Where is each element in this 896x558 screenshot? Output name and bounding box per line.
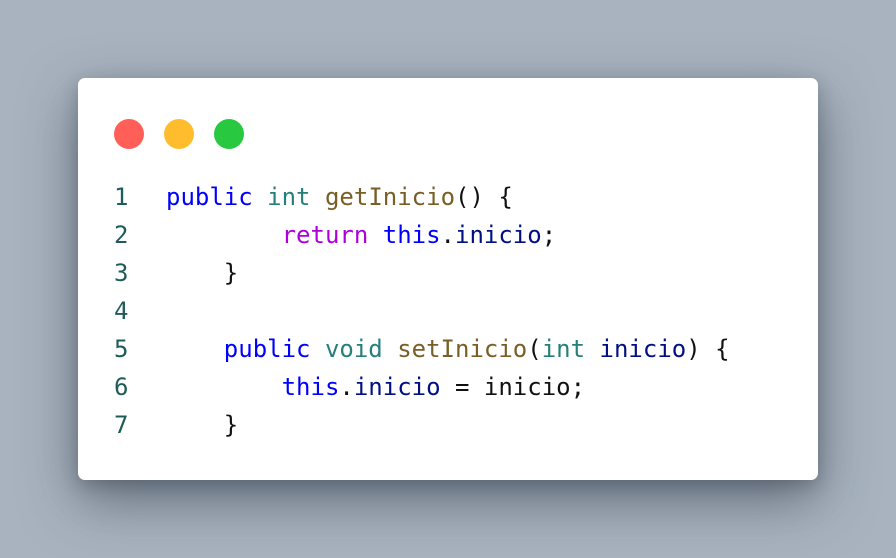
code-line: 7 } [78, 406, 818, 444]
code-token-keyword: public [166, 183, 253, 211]
code-token-type: int [541, 335, 586, 363]
code-text: this.inicio = inicio; [166, 368, 585, 406]
code-line: 6 this.inicio = inicio; [78, 368, 818, 406]
code-text: return this.inicio; [166, 216, 557, 254]
line-number: 4 [114, 297, 129, 325]
code-token-return-keyword: return [281, 221, 369, 249]
line-number: 1 [114, 183, 129, 211]
code-line: 1 public int getInicio() { [78, 178, 818, 216]
line-number: 5 [114, 335, 129, 363]
code-line: 5 public void setInicio(int inicio) { [78, 330, 818, 368]
window-controls [114, 119, 244, 149]
code-text: public void setInicio(int inicio) { [166, 330, 730, 368]
minimize-dot-icon [164, 119, 194, 149]
code-line: 3 } [78, 254, 818, 292]
code-token-punctuation: } [223, 259, 239, 287]
code-token-variable: inicio [455, 221, 542, 249]
code-token-punctuation: ) { [686, 335, 730, 363]
code-text: } [166, 254, 238, 292]
line-number: 3 [114, 259, 129, 287]
line-number: 6 [114, 373, 129, 401]
code-snippet-window: 1 public int getInicio() {2 return this.i… [78, 78, 818, 480]
code-line: 4 [78, 292, 818, 330]
code-text: } [166, 406, 238, 444]
code-token-keyword: public [223, 335, 311, 363]
code-token-punctuation: = inicio; [440, 373, 586, 401]
code-token-punctuation: () { [455, 183, 513, 211]
code-token-function-name: setInicio [397, 335, 528, 363]
code-token-function-name: getInicio [324, 183, 456, 211]
code-token-variable: inicio [599, 335, 687, 363]
code-token-keyword: this [382, 221, 441, 249]
code-token-type: int [267, 183, 311, 211]
code-token-punctuation: . [339, 373, 354, 401]
code-block: 1 public int getInicio() {2 return this.i… [78, 178, 818, 444]
line-number: 7 [114, 411, 129, 439]
code-token-variable: inicio [353, 373, 441, 401]
code-token-punctuation: ( [527, 335, 542, 363]
code-token-keyword: this [281, 373, 340, 401]
line-number: 2 [114, 221, 129, 249]
code-token-punctuation: } [223, 411, 239, 439]
code-token-punctuation: ; [541, 221, 557, 249]
code-line: 2 return this.inicio; [78, 216, 818, 254]
close-dot-icon [114, 119, 144, 149]
code-token-type: void [324, 335, 383, 363]
code-token-punctuation: . [440, 221, 455, 249]
code-text: public int getInicio() { [166, 178, 513, 216]
maximize-dot-icon [214, 119, 244, 149]
